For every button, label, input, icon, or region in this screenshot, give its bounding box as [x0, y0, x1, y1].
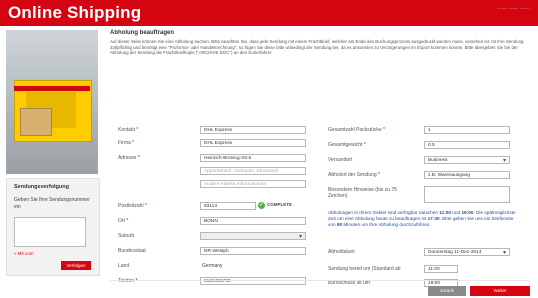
ort-label: Ort * — [118, 218, 129, 224]
firma-input[interactable]: DHL Express — [200, 139, 306, 147]
versandort-label: Versandort — [328, 157, 353, 163]
adresse-line2-input[interactable]: Appartement, Gebäude, Stockwerk — [200, 167, 306, 175]
postleitzahl-input[interactable]: 53113 — [200, 202, 256, 210]
header-bar: Online Shipping ······ ······ ······ — [0, 0, 538, 26]
footer-divider — [110, 280, 530, 281]
hinweise-label: Besondere Hinweise (bis zu 75 Zeichen) — [328, 187, 397, 199]
adresse-input[interactable]: Heinrich-Brüning-Str.5 — [200, 154, 306, 162]
van-stripe — [14, 86, 90, 91]
hero-image — [6, 30, 98, 174]
abholdatum-select[interactable]: Donnerstag 11-Dez-2014 — [424, 248, 510, 256]
bundesstaat-input[interactable]: NR-Westph — [200, 247, 306, 255]
abholort-input[interactable]: z.B. Warenausgang — [424, 171, 510, 179]
land-value: Germany — [202, 263, 223, 269]
tracking-more-link[interactable]: » Mit.com — [14, 251, 34, 256]
page-title: Online Shipping — [8, 3, 142, 22]
ready-time-label: Sendung bereit um (Standard ab — [328, 266, 401, 272]
versandort-select[interactable]: Business — [424, 156, 510, 164]
abholdatum-label: Abholdatum — [328, 249, 355, 255]
kontakt-label: Kontakt * — [118, 127, 139, 133]
section-title: Abholung beauftragen — [110, 30, 174, 36]
postleitzahl-label: Postleitzahl * — [118, 203, 147, 209]
suburb-label: Suburb — [118, 233, 135, 239]
back-button[interactable]: Zurück — [428, 286, 466, 296]
section-intro: Auf dieser Seite können Sie eine Abholun… — [110, 39, 524, 56]
tracking-button[interactable]: Verfolgen — [61, 261, 91, 270]
check-icon: ✓ — [258, 202, 265, 209]
suburb-select[interactable] — [200, 232, 306, 240]
telefon-label: Telefon * — [118, 278, 138, 284]
adresse-label: Adresse * — [118, 155, 140, 161]
ready-time-input[interactable]: 11:00 — [424, 265, 458, 273]
quick-links[interactable]: ······ ······ ······ — [497, 6, 530, 12]
tracking-box: Sendungsverfolgung Geben Sie Ihre Sendun… — [6, 178, 100, 276]
pakete-label: Gesamtzahl Packstücke * — [328, 127, 385, 133]
adresse-line3-input[interactable]: Andere Adress Informationen — [200, 180, 306, 188]
tracking-title: Sendungsverfolgung — [14, 184, 69, 190]
telefon-input[interactable]: 0123456789 — [200, 277, 306, 285]
tracking-number-input[interactable] — [14, 217, 86, 247]
ort-input[interactable]: BONN — [200, 217, 306, 225]
abholort-label: Abholort der Sendung * — [328, 172, 380, 178]
tracking-subtitle: Geben Sie Ihre Sendungsnummer ein — [14, 197, 90, 210]
complete-badge: ✓ COMPLETE — [258, 202, 293, 209]
pakete-input[interactable]: 1 — [424, 126, 510, 134]
kontakt-input[interactable]: DHL Express — [200, 126, 306, 134]
gewicht-label: Gesamtgewicht * — [328, 142, 366, 148]
pickup-window-note: Abholungen in Ihrem Gebiet sind verfügba… — [328, 210, 516, 227]
land-label: Land — [118, 263, 130, 269]
next-button[interactable]: Weiter — [470, 286, 530, 296]
bundesstaat-label: Bundesstaat — [118, 248, 146, 254]
gewicht-input[interactable]: 0.5 — [424, 141, 510, 149]
firma-label: Firma * — [118, 140, 135, 146]
package-shape — [20, 108, 52, 136]
hinweise-textarea[interactable] — [424, 186, 510, 203]
